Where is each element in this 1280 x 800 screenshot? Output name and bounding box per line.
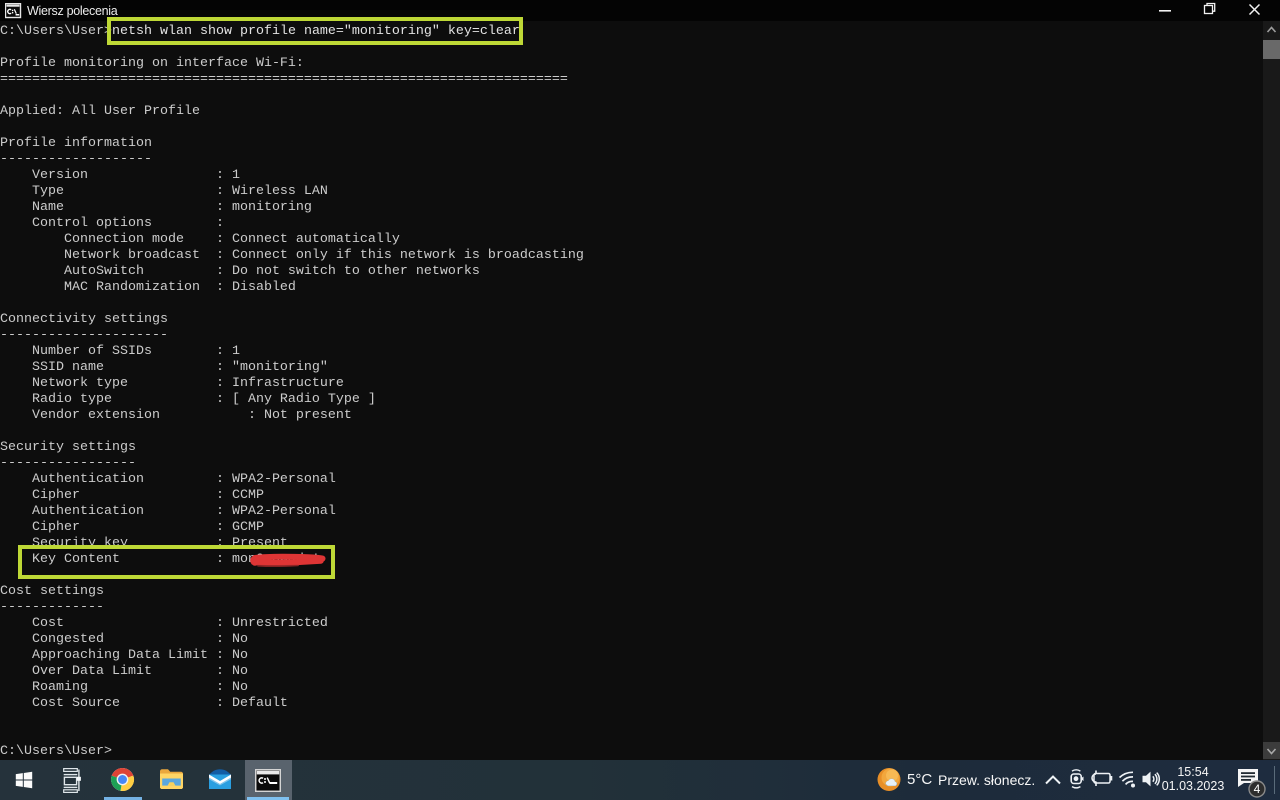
svg-text:4: 4 (1254, 782, 1261, 796)
